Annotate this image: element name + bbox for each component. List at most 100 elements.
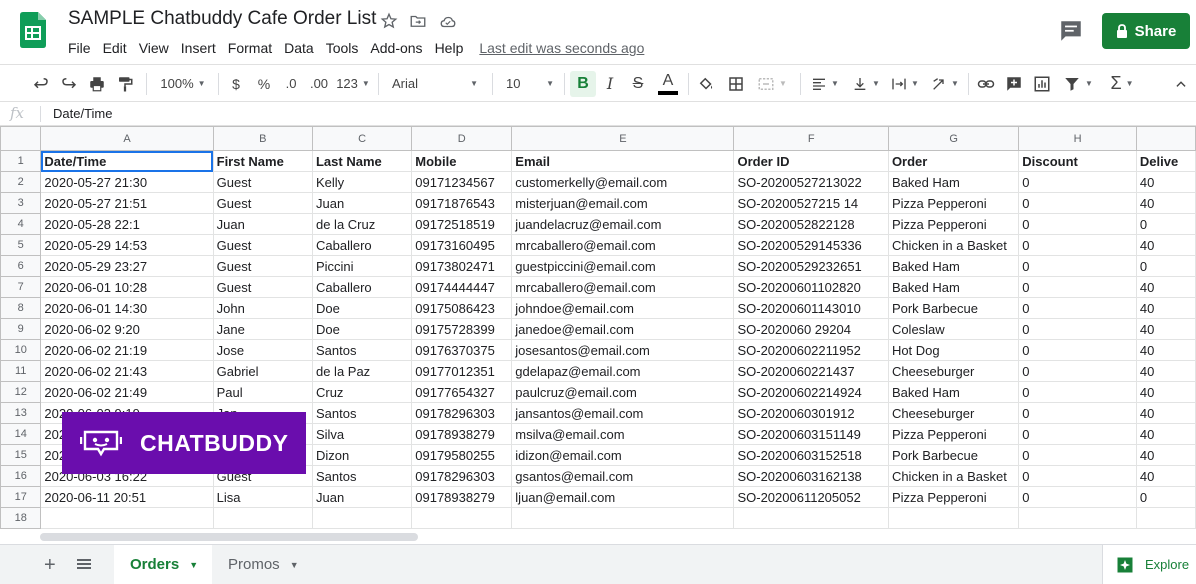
cell[interactable]: 0 [1018, 255, 1137, 277]
column-header[interactable]: A [40, 126, 214, 151]
cell[interactable]: 40 [1135, 381, 1196, 403]
decrease-decimal-button[interactable]: .0 [280, 65, 302, 102]
bold-button[interactable]: B [570, 71, 596, 97]
cell[interactable]: 0 [1018, 276, 1137, 298]
row-header[interactable]: 16 [0, 465, 42, 487]
percent-format-button[interactable]: % [254, 65, 274, 102]
column-header[interactable]: F [733, 126, 889, 151]
cell[interactable]: 0 [1135, 486, 1196, 508]
cell[interactable]: 2020-05-27 21:30 [40, 171, 214, 193]
undo-icon[interactable] [28, 65, 54, 102]
redo-icon[interactable] [56, 65, 82, 102]
cell[interactable]: 09175086423 [411, 297, 513, 319]
select-all-corner[interactable] [0, 126, 42, 151]
cell[interactable]: 2020-05-29 14:53 [40, 234, 214, 256]
column-header[interactable]: B [212, 126, 313, 151]
cell[interactable]: SO-20200527215 14 [733, 192, 889, 214]
cell[interactable]: Chicken in a Basket [887, 465, 1020, 487]
cell[interactable]: 40 [1135, 318, 1196, 340]
cell[interactable]: Pizza Pepperoni [887, 486, 1020, 508]
menu-tools[interactable]: Tools [320, 40, 365, 56]
insert-chart-icon[interactable] [1030, 65, 1054, 102]
column-header[interactable]: D [411, 126, 513, 151]
cell[interactable] [311, 507, 413, 529]
row-header[interactable]: 15 [0, 444, 42, 466]
cell[interactable]: 09178296303 [411, 465, 513, 487]
cell[interactable] [887, 507, 1020, 529]
cell[interactable]: Jane [212, 318, 313, 340]
column-header[interactable]: G [887, 126, 1020, 151]
row-header[interactable]: 8 [0, 297, 42, 319]
cell[interactable]: 40 [1135, 360, 1196, 382]
horizontal-scrollbar[interactable] [40, 533, 418, 541]
formula-input[interactable]: Date/Time [53, 106, 112, 121]
cell[interactable]: Gabriel [212, 360, 313, 382]
row-header[interactable]: 11 [0, 360, 42, 382]
cell[interactable]: 09178296303 [411, 402, 513, 424]
document-title[interactable]: SAMPLE Chatbuddy Cafe Order List [68, 8, 376, 30]
more-formats-select[interactable]: 123 ▼ [336, 65, 370, 102]
cell[interactable]: 0 [1018, 423, 1137, 445]
cell[interactable]: 2020-06-02 21:49 [40, 381, 214, 403]
sheets-logo-icon[interactable] [20, 12, 46, 48]
cell[interactable]: Guest [212, 192, 313, 214]
cell[interactable]: SO-20200603162138 [733, 465, 889, 487]
font-family-select[interactable]: Arial ▼ [386, 65, 484, 102]
cell[interactable]: Pizza Pepperoni [887, 192, 1020, 214]
merge-cells-icon[interactable]: ▼ [752, 65, 792, 102]
cell[interactable]: SO-20200527213022 [733, 171, 889, 193]
row-header[interactable]: 4 [0, 213, 42, 235]
row-header[interactable]: 9 [0, 318, 42, 340]
cell[interactable]: Kelly [311, 171, 413, 193]
cell[interactable]: Discount [1018, 150, 1137, 172]
tab-promos[interactable]: Promos ▼ [212, 545, 310, 584]
cell[interactable]: 09171234567 [411, 171, 513, 193]
cell[interactable]: 09174444447 [411, 276, 513, 298]
cell[interactable]: idizon@email.com [511, 444, 735, 466]
fill-color-icon[interactable] [694, 65, 718, 102]
cell[interactable]: Paul [212, 381, 313, 403]
cell[interactable]: SO-20200601143010 [733, 297, 889, 319]
row-header[interactable]: 17 [0, 486, 42, 508]
zoom-select[interactable]: 100% ▼ [154, 65, 212, 102]
row-header[interactable]: 2 [0, 171, 42, 193]
menu-insert[interactable]: Insert [175, 40, 222, 56]
strikethrough-button[interactable]: S [626, 65, 650, 102]
share-button[interactable]: Share [1102, 13, 1190, 49]
cell[interactable]: 0 [1018, 486, 1137, 508]
cell[interactable]: Cheeseburger [887, 360, 1020, 382]
cell[interactable] [212, 507, 313, 529]
cell[interactable]: 0 [1018, 339, 1137, 361]
cell[interactable]: 09179580255 [411, 444, 513, 466]
cell[interactable]: de la Paz [311, 360, 413, 382]
cell[interactable]: gdelapaz@email.com [511, 360, 735, 382]
cell[interactable] [1018, 507, 1137, 529]
cell[interactable]: 0 [1135, 255, 1196, 277]
cell[interactable]: jansantos@email.com [511, 402, 735, 424]
row-header[interactable]: 13 [0, 402, 42, 424]
cell[interactable] [733, 507, 889, 529]
cell[interactable]: SO-20200611205052 [733, 486, 889, 508]
cell[interactable]: 2020-05-29 23:27 [40, 255, 214, 277]
row-header[interactable]: 14 [0, 423, 42, 445]
cell[interactable]: Mobile [411, 150, 513, 172]
cell[interactable]: Pizza Pepperoni [887, 213, 1020, 235]
row-header[interactable]: 18 [0, 507, 42, 529]
last-edit-link[interactable]: Last edit was seconds ago [479, 40, 644, 56]
cell[interactable]: Doe [311, 297, 413, 319]
cell[interactable]: 40 [1135, 339, 1196, 361]
cell[interactable] [411, 507, 513, 529]
column-header[interactable] [1135, 126, 1196, 151]
cell[interactable]: SO-20200603151149 [733, 423, 889, 445]
italic-button[interactable]: I [598, 65, 622, 102]
cell[interactable]: Chicken in a Basket [887, 234, 1020, 256]
cell[interactable]: 09176370375 [411, 339, 513, 361]
cell[interactable]: misterjuan@email.com [511, 192, 735, 214]
cell[interactable]: 40 [1135, 171, 1196, 193]
cell[interactable]: 09173802471 [411, 255, 513, 277]
cell[interactable]: Cheeseburger [887, 402, 1020, 424]
cell[interactable]: 40 [1135, 444, 1196, 466]
increase-decimal-button[interactable]: .00 [306, 65, 332, 102]
cell[interactable]: Delive [1135, 150, 1196, 172]
cell[interactable]: mrcaballero@email.com [511, 276, 735, 298]
